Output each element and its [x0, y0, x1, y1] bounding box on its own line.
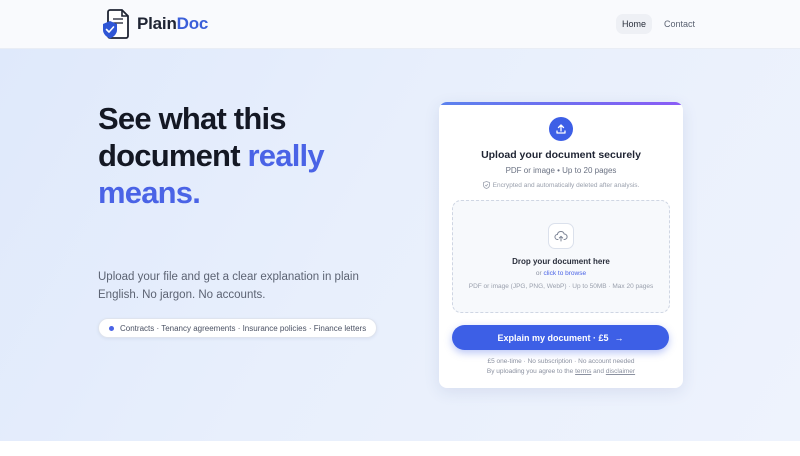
browse-link[interactable]: click to browse — [543, 270, 586, 277]
dropzone-or: or — [535, 270, 542, 277]
secure-note-text: Encrypted and automatically deleted afte… — [492, 181, 640, 189]
hero-subtitle: Upload your file and get a clear explana… — [98, 271, 359, 301]
terms-link[interactable]: terms — [575, 368, 591, 375]
headline-line-2b: really — [247, 138, 325, 173]
headline-line-2a: document — [98, 138, 241, 173]
cta-label: Explain my document · £5 — [497, 332, 609, 343]
headline-line-3: means. — [98, 175, 201, 210]
nav-home[interactable]: Home — [615, 14, 652, 34]
page-footer-strip — [0, 441, 800, 456]
upload-icon — [549, 117, 573, 141]
dropzone-browse: or click to browse — [453, 270, 669, 277]
upload-card: Upload your document securely PDF or ima… — [439, 102, 683, 388]
agreement-and: and — [593, 368, 605, 375]
brand-name: PlainDoc — [137, 14, 208, 34]
brand-part-doc: Doc — [176, 14, 209, 33]
site-header: PlainDoc Home Contact — [0, 0, 800, 49]
main-nav: Home Contact — [610, 14, 701, 34]
card-subtitle: PDF or image • Up to 20 pages — [505, 166, 617, 175]
card-accent-bar — [439, 102, 683, 105]
disclaimer-link[interactable]: disclaimer — [606, 368, 635, 375]
headline-line-1: See what this — [98, 101, 287, 136]
document-types-text: Contracts · Tenancy agreements · Insuran… — [120, 323, 367, 333]
logo[interactable]: PlainDoc — [101, 8, 208, 40]
file-dropzone[interactable]: Drop your document here or click to brow… — [452, 200, 670, 313]
shield-icon — [482, 181, 490, 189]
agreement-note: By uploading you agree to the terms and … — [439, 368, 683, 375]
document-shield-icon — [103, 9, 129, 39]
arrow-right-icon: → — [614, 332, 624, 343]
document-types-pill: Contracts · Tenancy agreements · Insuran… — [98, 318, 378, 338]
explain-document-button[interactable]: Explain my document · £5 → — [452, 325, 669, 350]
brand-part-plain: Plain — [137, 14, 177, 33]
agreement-text: By uploading you agree to the — [486, 368, 574, 375]
dropzone-hint: PDF or image (JPG, PNG, WebP) · Up to 50… — [468, 283, 654, 290]
nav-contact[interactable]: Contact — [658, 14, 701, 34]
cloud-upload-icon — [548, 223, 574, 249]
hero-headline: See what this document really means. — [98, 100, 398, 211]
dropzone-title: Drop your document here — [512, 257, 610, 266]
secure-note: Encrypted and automatically deleted afte… — [439, 181, 683, 189]
card-title: Upload your document securely — [481, 149, 641, 161]
pricing-note: £5 one-time · No subscription · No accou… — [487, 358, 635, 365]
bullet-dot — [109, 325, 114, 331]
